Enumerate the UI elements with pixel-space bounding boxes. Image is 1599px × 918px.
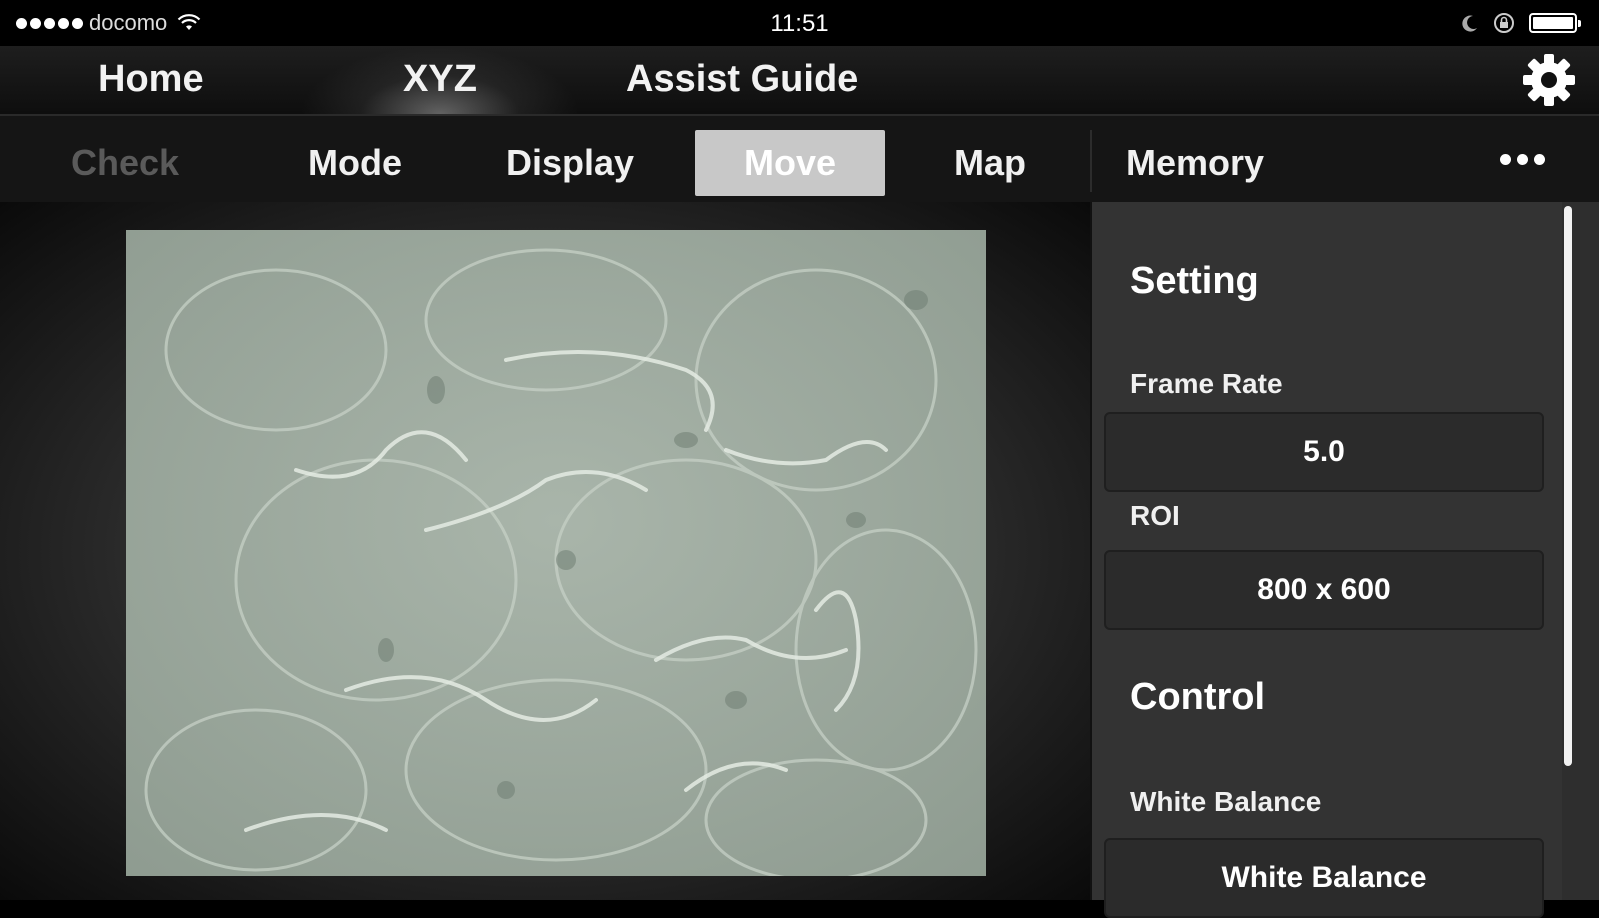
white-balance-button[interactable]: White Balance bbox=[1104, 838, 1544, 918]
scrollbar-thumb[interactable] bbox=[1564, 206, 1572, 766]
tab-move[interactable]: Move bbox=[695, 130, 885, 196]
setting-heading: Setting bbox=[1130, 260, 1259, 302]
cell-image-drawing bbox=[126, 230, 986, 876]
toolbar-divider bbox=[1090, 130, 1092, 192]
status-right bbox=[1461, 12, 1581, 34]
panel-scrollbar[interactable] bbox=[1562, 202, 1599, 900]
nav-xyz[interactable]: XYZ bbox=[300, 56, 580, 102]
tab-check[interactable]: Check bbox=[40, 130, 210, 196]
settings-panel: Setting Frame Rate 5.0 ROI 800 x 600 Con… bbox=[1092, 202, 1562, 918]
rotation-lock-icon bbox=[1494, 13, 1514, 33]
frame-rate-field[interactable]: 5.0 bbox=[1104, 412, 1544, 492]
control-heading: Control bbox=[1130, 676, 1266, 718]
roi-label: ROI bbox=[1130, 500, 1180, 531]
function-toolbar: Check Mode Display Move Map Memory bbox=[0, 116, 1599, 202]
battery-icon bbox=[1529, 13, 1581, 33]
tab-display[interactable]: Display bbox=[480, 130, 660, 196]
status-time: 11:51 bbox=[770, 10, 829, 37]
live-view-area bbox=[0, 202, 1090, 900]
nav-assist-guide[interactable]: Assist Guide bbox=[626, 56, 858, 102]
tab-mode[interactable]: Mode bbox=[270, 130, 440, 196]
tab-map[interactable]: Map bbox=[905, 130, 1075, 196]
status-bar: docomo 11:51 bbox=[0, 0, 1599, 46]
tab-memory[interactable]: Memory bbox=[1110, 130, 1280, 196]
top-navigation: Home XYZ Assist Guide bbox=[0, 46, 1599, 116]
gear-icon[interactable] bbox=[1519, 50, 1579, 110]
microscope-live-image[interactable] bbox=[126, 230, 986, 876]
do-not-disturb-moon-icon bbox=[1462, 15, 1477, 32]
more-dots-icon[interactable] bbox=[1500, 154, 1545, 165]
nav-home[interactable]: Home bbox=[98, 56, 204, 102]
white-balance-label: White Balance bbox=[1130, 786, 1322, 817]
roi-field[interactable]: 800 x 600 bbox=[1104, 550, 1544, 630]
frame-rate-label: Frame Rate bbox=[1130, 368, 1283, 399]
